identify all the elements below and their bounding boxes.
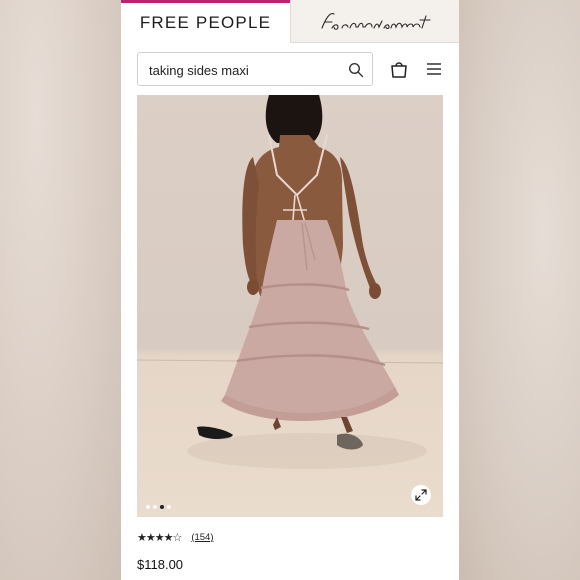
app-screen: FREE PEOPLE taking sides maxi ★★★★☆ (154…	[121, 0, 459, 580]
carousel-dot[interactable]	[167, 505, 171, 509]
fp-movement-logo	[321, 13, 431, 30]
review-count-link[interactable]: (154)	[191, 532, 213, 543]
shopping-bag-icon[interactable]	[389, 59, 409, 79]
product-price: $118.00	[137, 557, 184, 572]
carousel-dot-active[interactable]	[160, 505, 164, 509]
product-image[interactable]	[137, 95, 443, 517]
tab-free-people[interactable]: FREE PEOPLE	[121, 0, 290, 43]
carousel-dots	[146, 505, 171, 509]
search-icon[interactable]	[348, 62, 364, 78]
expand-image-button[interactable]	[411, 485, 431, 505]
carousel-dot[interactable]	[153, 505, 157, 509]
expand-icon	[415, 489, 427, 501]
right-background	[459, 0, 580, 580]
brand-tabs: FREE PEOPLE	[121, 0, 459, 43]
carousel-dot[interactable]	[146, 505, 150, 509]
tab-fp-movement[interactable]	[290, 0, 459, 43]
search-input[interactable]	[149, 61, 339, 79]
hamburger-menu-icon[interactable]	[426, 61, 442, 77]
tab-free-people-label: FREE PEOPLE	[139, 13, 272, 32]
search-box	[137, 52, 373, 86]
search-bar-row	[121, 43, 459, 93]
left-background	[0, 0, 121, 580]
model-illustration	[137, 95, 443, 469]
product-rating: ★★★★☆ (154)	[137, 531, 214, 544]
rating-stars: ★★★★☆	[137, 532, 182, 544]
